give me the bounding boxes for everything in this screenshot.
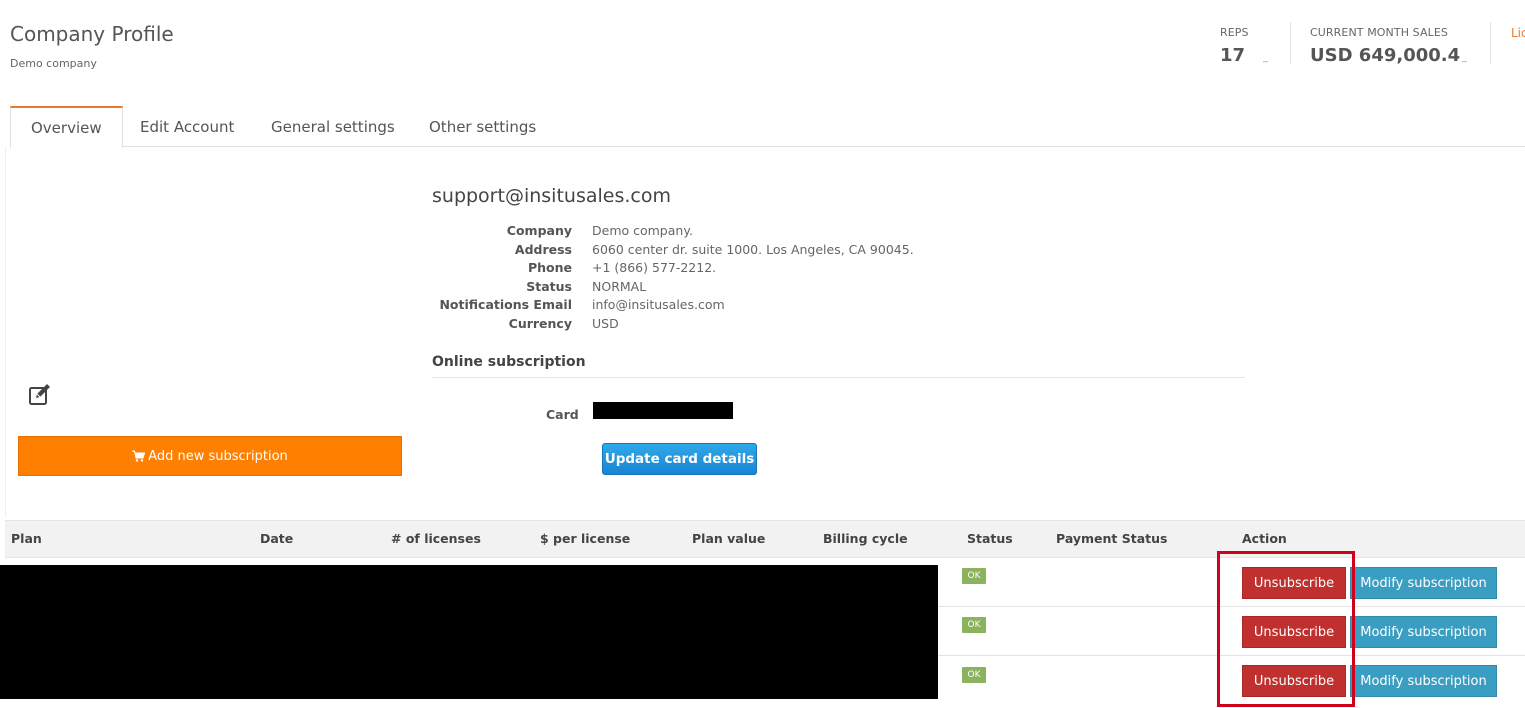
detail-value: USD	[592, 315, 619, 331]
card-label: Card	[546, 407, 579, 422]
stat-divider	[1290, 22, 1291, 64]
reps-sparkline: _	[1263, 52, 1268, 63]
detail-key: Company	[506, 223, 572, 238]
reps-value: 17	[1220, 45, 1246, 66]
detail-value: NORMAL	[592, 278, 647, 294]
status-badge: OK	[962, 568, 986, 584]
sales-value: USD 649,000.4	[1310, 45, 1461, 66]
column-header-plan-value: Plan value	[692, 531, 766, 546]
column-header-billing-cycle: Billing cycle	[823, 531, 908, 546]
unsubscribe-button[interactable]: Unsubscribe	[1242, 616, 1346, 648]
page-title: Company Profile	[10, 22, 174, 46]
column-header-per-license: $ per license	[540, 531, 631, 546]
detail-row: Notifications Email info@insitusales.com	[424, 297, 914, 316]
add-subscription-button[interactable]: Add new subscription	[18, 436, 402, 476]
sales-label: CURRENT MONTH SALES	[1310, 26, 1448, 39]
column-header-action: Action	[1242, 531, 1287, 546]
detail-row: Phone +1 (866) 577-2212.	[424, 260, 914, 279]
card-number-redacted	[593, 402, 733, 419]
detail-key: Status	[526, 278, 572, 294]
tab-edit-account[interactable]: Edit Account	[120, 106, 254, 147]
modify-subscription-button[interactable]: Modify subscription	[1350, 567, 1497, 599]
column-header-licenses: # of licenses	[391, 531, 481, 546]
profile-tabs: Overview Edit Account General settings O…	[10, 106, 1525, 148]
reps-label: REPS	[1220, 26, 1249, 39]
status-badge: OK	[962, 667, 986, 683]
modify-subscription-button[interactable]: Modify subscription	[1350, 665, 1497, 697]
sales-sparkline: _	[1462, 52, 1467, 63]
column-header-date: Date	[260, 531, 294, 546]
detail-value: +1 (866) 577-2212.	[592, 260, 717, 276]
detail-key: Address	[514, 241, 572, 257]
plan-details-redacted	[0, 565, 938, 699]
unsubscribe-button[interactable]: Unsubscribe	[1242, 665, 1346, 697]
detail-key: Notifications Email	[439, 297, 572, 313]
add-subscription-label: Add new subscription	[148, 448, 288, 464]
detail-row: Company Demo company.	[424, 223, 914, 242]
column-header-status: Status	[967, 531, 1013, 546]
column-header-plan: Plan	[11, 531, 42, 546]
company-details: Company Demo company. Address 6060 cente…	[424, 223, 914, 335]
modify-subscription-button[interactable]: Modify subscription	[1350, 616, 1497, 648]
detail-row: Currency USD	[424, 316, 914, 335]
tab-general-settings[interactable]: General settings	[251, 106, 415, 147]
subscriptions-table-header: Plan Date # of licenses $ per license Pl…	[5, 520, 1525, 558]
cart-icon	[132, 450, 146, 462]
edit-icon[interactable]	[28, 383, 52, 407]
page-subtitle: Demo company	[10, 57, 97, 70]
detail-value: info@insitusales.com	[592, 297, 725, 313]
detail-key: Phone	[527, 260, 572, 276]
status-badge: OK	[962, 617, 986, 633]
tab-other-settings[interactable]: Other settings	[409, 106, 556, 147]
update-card-button[interactable]: Update card details	[602, 443, 757, 475]
stat-divider	[1490, 22, 1491, 64]
detail-row: Address 6060 center dr. suite 1000. Los …	[424, 242, 914, 261]
detail-value: 6060 center dr. suite 1000. Los Angeles,…	[592, 241, 914, 257]
divider	[5, 147, 6, 517]
unsubscribe-button[interactable]: Unsubscribe	[1242, 567, 1346, 599]
detail-key: Currency	[508, 315, 572, 331]
account-email: support@insitusales.com	[432, 185, 671, 207]
sales-stat: CURRENT MONTH SALES USD 649,000.4	[1310, 26, 1460, 66]
column-header-payment-status: Payment Status	[1056, 531, 1168, 546]
licenses-link[interactable]: Lic	[1511, 26, 1525, 40]
reps-stat: REPS 17	[1220, 26, 1249, 66]
online-subscription-heading: Online subscription	[432, 354, 586, 370]
divider	[432, 377, 1245, 378]
detail-row: Status NORMAL	[424, 279, 914, 298]
tab-overview[interactable]: Overview	[10, 106, 123, 148]
detail-value: Demo company.	[592, 223, 693, 238]
